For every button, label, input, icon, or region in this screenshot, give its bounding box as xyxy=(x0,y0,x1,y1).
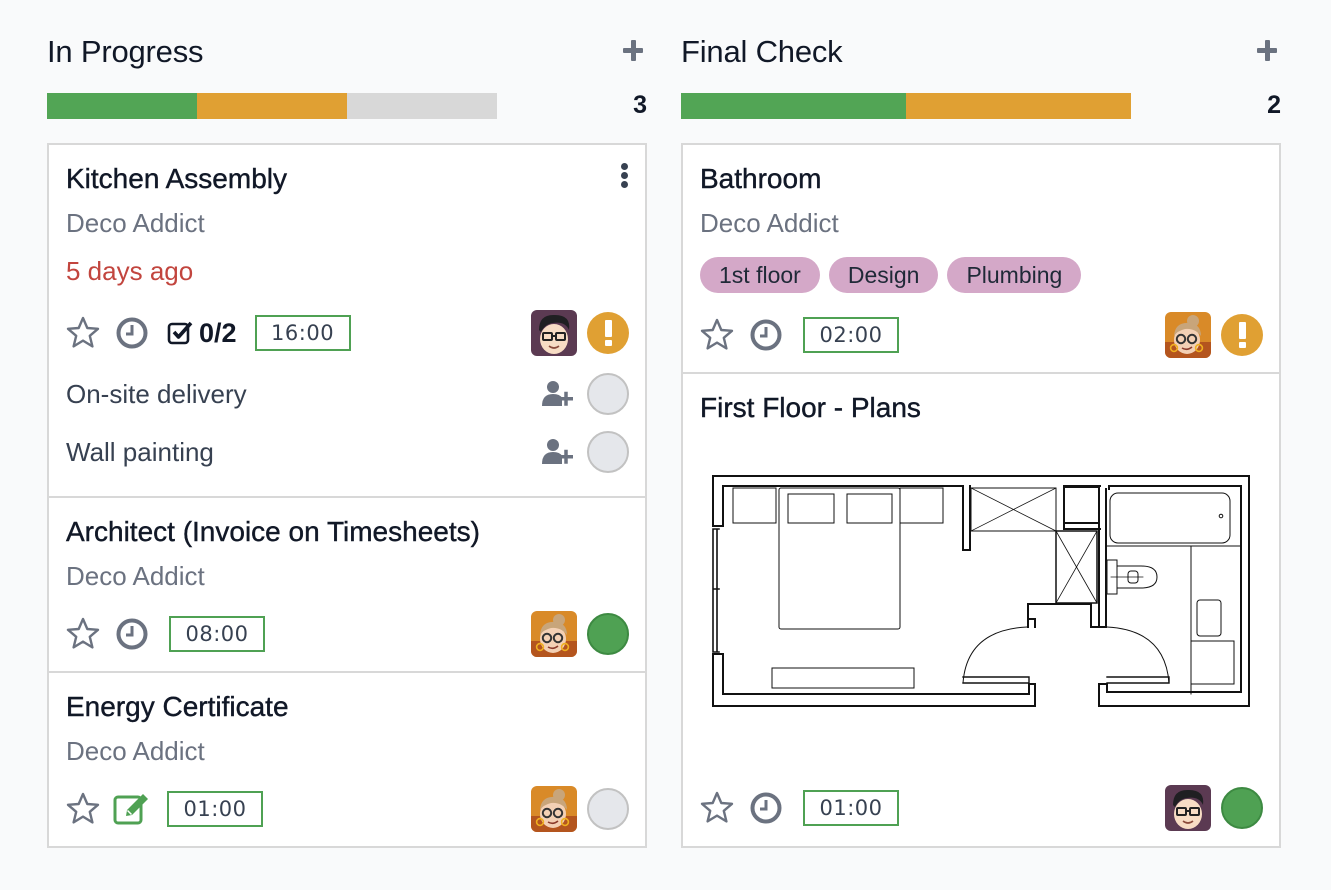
edit-activity-icon[interactable] xyxy=(113,792,151,826)
task-card[interactable]: Bathroom Deco Addict 1st floor Design Pl… xyxy=(683,145,1279,374)
card-customer: Deco Addict xyxy=(700,208,839,238)
card-title: Kitchen Assembly xyxy=(66,163,287,194)
card-footer: 01:00 xyxy=(65,785,629,833)
column-progress-bar[interactable] xyxy=(681,93,1131,119)
kebab-menu-icon[interactable] xyxy=(619,163,629,189)
card-title: Architect (Invoice on Timesheets) xyxy=(66,516,480,547)
clock-icon[interactable] xyxy=(115,617,149,651)
column-count: 3 xyxy=(633,91,647,119)
card-deadline: 5 days ago xyxy=(66,256,194,286)
progress-segment-none[interactable] xyxy=(346,93,497,119)
column-header: In Progress 3 xyxy=(47,0,647,140)
task-card[interactable]: Energy Certificate Deco Addict 01:00 xyxy=(49,673,645,846)
column-count: 2 xyxy=(1267,91,1281,119)
allocated-time-badge: 16:00 xyxy=(254,315,351,351)
subtask-item[interactable]: Wall painting xyxy=(66,430,629,474)
star-icon[interactable] xyxy=(65,616,101,652)
tag[interactable]: 1st floor xyxy=(700,257,820,293)
subtask-label: On-site delivery xyxy=(66,378,247,409)
card-list: Kitchen Assembly Deco Addict 5 days ago … xyxy=(47,143,647,848)
progress-segment-done[interactable] xyxy=(47,93,197,119)
progress-segment-done[interactable] xyxy=(681,93,906,119)
status-none-icon[interactable] xyxy=(587,788,629,830)
status-warning-icon[interactable] xyxy=(587,312,629,354)
card-title: Energy Certificate xyxy=(66,691,289,722)
floor-plan-image xyxy=(712,475,1250,707)
card-footer: 08:00 xyxy=(65,610,629,658)
progress-segment-warning[interactable] xyxy=(196,93,347,119)
assign-user-icon[interactable] xyxy=(541,438,575,466)
subtask-status-icon[interactable] xyxy=(587,431,629,473)
checklist-button[interactable]: 0/2 xyxy=(167,318,237,349)
tag-list: 1st floor Design Plumbing xyxy=(700,257,1082,293)
column-title[interactable]: In Progress xyxy=(47,34,204,70)
card-customer: Deco Addict xyxy=(66,736,205,766)
star-icon[interactable] xyxy=(65,315,101,351)
clock-icon[interactable] xyxy=(749,318,783,352)
task-card[interactable]: Kitchen Assembly Deco Addict 5 days ago … xyxy=(49,145,645,498)
assignee-avatar[interactable] xyxy=(1165,312,1211,358)
tag[interactable]: Plumbing xyxy=(947,257,1082,293)
task-card[interactable]: First Floor - Plans 01:00 xyxy=(683,374,1279,846)
status-done-icon[interactable] xyxy=(587,613,629,655)
allocated-time-badge: 01:00 xyxy=(803,790,899,826)
column-header: Final Check 2 xyxy=(681,0,1281,140)
allocated-time-badge: 02:00 xyxy=(803,317,899,353)
kanban-column-final-check: Final Check 2 Bathroom Deco Addict 1st f… xyxy=(681,0,1281,848)
subtask-item[interactable]: On-site delivery xyxy=(66,372,629,416)
assignee-avatar[interactable] xyxy=(531,786,577,832)
card-title: First Floor - Plans xyxy=(700,392,921,423)
allocated-time-badge: 08:00 xyxy=(169,616,265,652)
column-title[interactable]: Final Check xyxy=(681,34,843,70)
card-list: Bathroom Deco Addict 1st floor Design Pl… xyxy=(681,143,1281,848)
progress-segment-warning[interactable] xyxy=(906,93,1131,119)
subtask-label: Wall painting xyxy=(66,436,214,467)
star-icon[interactable] xyxy=(699,790,735,826)
status-warning-icon[interactable] xyxy=(1221,314,1263,356)
allocated-time-badge: 01:00 xyxy=(167,791,263,827)
star-icon[interactable] xyxy=(65,791,101,827)
task-card[interactable]: Architect (Invoice on Timesheets) Deco A… xyxy=(49,498,645,673)
assignee-avatar[interactable] xyxy=(531,611,577,657)
star-icon[interactable] xyxy=(699,317,735,353)
card-footer: 0/2 16:00 xyxy=(65,309,629,357)
add-card-button[interactable] xyxy=(1253,34,1281,64)
card-title: Bathroom xyxy=(700,163,822,194)
checkbox-icon xyxy=(167,320,193,346)
clock-icon[interactable] xyxy=(115,316,149,350)
card-footer: 01:00 xyxy=(699,784,1263,832)
status-done-icon[interactable] xyxy=(1221,787,1263,829)
assignee-avatar[interactable] xyxy=(1165,785,1211,831)
column-progress-bar[interactable] xyxy=(47,93,497,119)
assignee-avatar[interactable] xyxy=(531,310,577,356)
tag[interactable]: Design xyxy=(828,257,939,293)
card-customer: Deco Addict xyxy=(66,561,205,591)
kanban-column-in-progress: In Progress 3 Kitchen Assembly Deco Addi… xyxy=(47,0,647,848)
card-footer: 02:00 xyxy=(699,311,1263,359)
assign-user-icon[interactable] xyxy=(541,380,575,408)
checklist-count: 0/2 xyxy=(199,317,237,348)
add-card-button[interactable] xyxy=(619,34,647,64)
card-customer: Deco Addict xyxy=(66,208,205,238)
clock-icon[interactable] xyxy=(749,791,783,825)
subtask-status-icon[interactable] xyxy=(587,373,629,415)
